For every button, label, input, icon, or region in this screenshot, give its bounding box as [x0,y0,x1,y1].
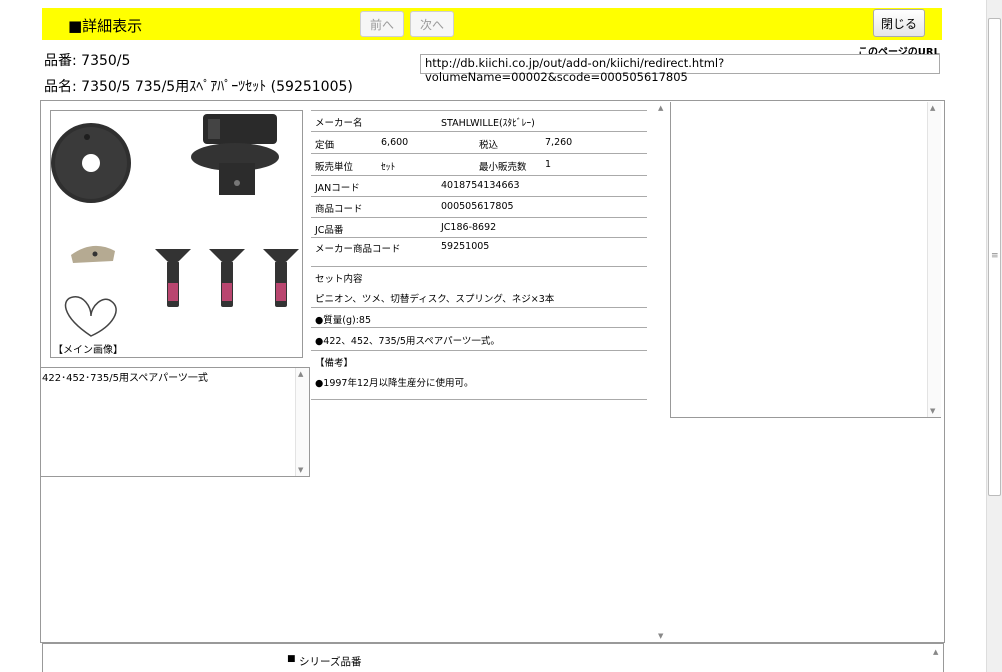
spec-label: 【備考】 [315,358,354,369]
parts-photo [51,114,299,337]
spec-row-unit: 販売単位 ｾｯﾄ 最小販売数 1 [311,153,647,175]
scroll-down-icon[interactable]: ▼ [298,466,303,474]
window-scroll-thumb[interactable]: ≡ [988,18,1001,496]
spec-label: 税込 [479,140,499,151]
product-name: 品名: 7350/5 735/5用ｽﾍﾟｱﾊﾟｰﾂｾｯﾄ (59251005) [44,79,353,95]
spec-label: 販売単位 [315,162,354,173]
window-scrollbar[interactable]: ≡ [986,0,1002,672]
spec-row-weight: ●質量(g):85 [311,307,647,327]
spec-label: 定価 [315,140,335,151]
series-label-wrap: ■ シリーズ品番 [287,654,362,669]
spec-row-remarks: 【備考】 ●1997年12月以降生産分に使用可。 [311,350,647,400]
bullet-icon: ■ [287,654,296,664]
spec-value: 7,260 [545,137,573,148]
spec-label: セット内容 [315,274,363,285]
main-scrollbar[interactable]: ▲ ▼ [655,102,668,642]
spec-label: JANコード [315,183,360,194]
series-panel: ■ シリーズ品番 ▲ [42,643,944,672]
scroll-up-icon[interactable]: ▲ [933,648,938,656]
right-panel-scrollbar[interactable]: ▲ ▼ [927,102,941,417]
spec-row-jan: JANコード 4018754134663 [311,175,647,196]
page-title: ■詳細表示 [68,17,143,35]
spec-value: ●422、452、735/5用スペアパーツ一式。 [315,336,500,347]
spec-label: 商品コード [315,204,363,215]
spec-value: 6,600 [381,137,409,148]
spec-value: ●質量(g):85 [315,315,372,326]
part-number: 品番: 7350/5 [44,53,131,69]
spec-value: ●1997年12月以降生産分に使用可。 [315,378,474,389]
spec-value: STAHLWILLE(ｽﾀﾋﾞﾚｰ) [441,118,535,129]
description-scrollbar[interactable]: ▲ ▼ [295,368,309,476]
close-button[interactable]: 閉じる [873,9,925,37]
spec-value: JC186-8692 [441,222,497,233]
spec-value: 1 [545,159,552,170]
description-area[interactable]: 422･452･735/5用スペアパーツ一式 ▲ ▼ [40,367,310,477]
next-button[interactable]: 次へ [410,11,454,37]
spec-row-maker: メーカー名 STAHLWILLE(ｽﾀﾋﾞﾚｰ) [311,110,647,131]
header-bar: ■詳細表示 [42,8,942,40]
page-url-field[interactable]: http://db.kiichi.co.jp/out/add-on/kiichi… [420,54,940,84]
spec-label: JC品番 [315,225,344,236]
scroll-up-icon[interactable]: ▲ [658,104,663,112]
image-caption: 【メイン画像】 [53,345,123,356]
spec-row-set: セット内容 ピニオン、ツメ、切替ディスク、スプリング、ネジ×3本 [311,266,647,307]
series-scrollbar[interactable]: ▲ [930,644,943,672]
grip-icon: ≡ [991,251,999,261]
spec-row-jc: JC品番 JC186-8692 [311,217,647,237]
spec-value: 000505617805 [441,201,514,212]
spec-row-maker-code: メーカー商品コード 59251005 [311,237,647,266]
spec-label: メーカー名 [315,118,363,129]
series-label: シリーズ品番 [299,656,362,668]
spec-label: メーカー商品コード [315,244,401,255]
spec-table: メーカー名 STAHLWILLE(ｽﾀﾋﾞﾚｰ) 定価 6,600 税込 7,2… [311,110,647,400]
spec-row-compat: ●422、452、735/5用スペアパーツ一式。 [311,327,647,350]
spec-value: ｾｯﾄ [381,162,396,173]
right-panel: ▲ ▼ [670,102,941,418]
prev-button[interactable]: 前へ [360,11,404,37]
spec-value: 59251005 [441,241,490,252]
spec-row-item-code: 商品コード 000505617805 [311,196,647,217]
main-image: 【メイン画像】 [50,110,303,358]
scroll-up-icon[interactable]: ▲ [298,370,303,378]
spec-value: ピニオン、ツメ、切替ディスク、スプリング、ネジ×3本 [315,294,555,305]
scroll-down-icon[interactable]: ▼ [658,632,663,640]
scroll-down-icon[interactable]: ▼ [930,407,935,415]
scroll-up-icon[interactable]: ▲ [930,104,935,112]
description-text: 422･452･735/5用スペアパーツ一式 [42,373,208,384]
spec-label: 最小販売数 [479,162,527,173]
spec-row-price: 定価 6,600 税込 7,260 [311,131,647,153]
spec-value: 4018754134663 [441,180,520,191]
